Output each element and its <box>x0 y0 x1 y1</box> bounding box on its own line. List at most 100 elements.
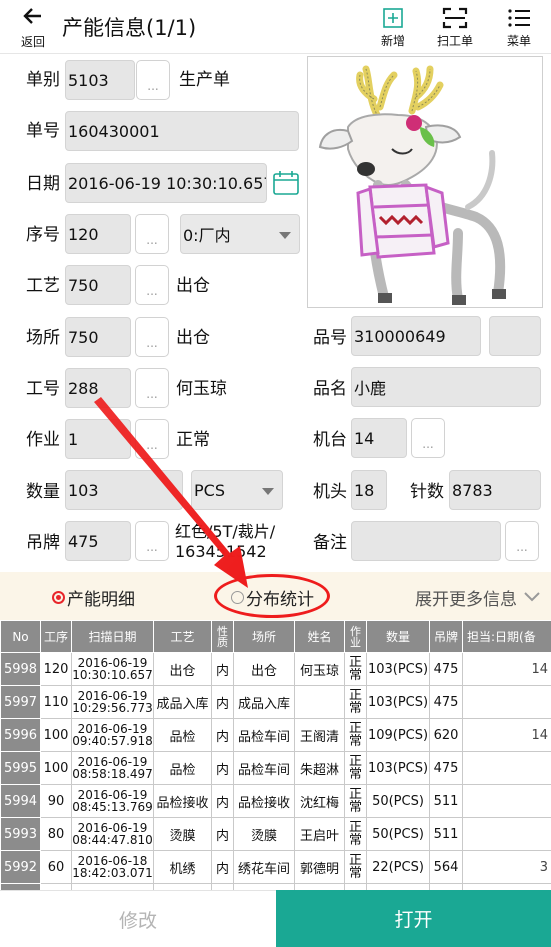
row-seq: 120 <box>40 652 72 686</box>
back-label: 返回 <box>20 35 45 49</box>
row-owner-date: 14 <box>462 652 551 686</box>
order-type-field[interactable]: 5103 <box>65 60 135 100</box>
calendar-icon[interactable] <box>272 170 300 200</box>
tag-field[interactable]: 475 <box>65 521 131 561</box>
row-name: 王启叶 <box>294 817 345 851</box>
process-picker-button[interactable]: ... <box>135 265 169 305</box>
row-quantity: 50(PCS) <box>366 817 430 851</box>
worker-picker-button[interactable]: ... <box>135 368 169 408</box>
place-field[interactable]: 750 <box>65 317 131 357</box>
row-scan-date: 2016-06-18 18:42:03.071 <box>71 850 154 884</box>
row-quantity: 50(PCS) <box>366 784 430 818</box>
machine-picker-button[interactable]: ... <box>411 418 445 458</box>
unit-select[interactable]: PCS <box>191 470 283 510</box>
location-type-value: 0:厂内 <box>183 226 231 245</box>
row-place: 品检接收 <box>233 784 295 818</box>
header-name[interactable]: 姓名 <box>294 620 345 653</box>
machine-head-field[interactable]: 18 <box>351 470 387 510</box>
process-field[interactable]: 750 <box>65 265 131 305</box>
row-scan-date: 2016-06-19 09:40:57.918 <box>71 718 154 752</box>
date-field[interactable]: 2016-06-19 10:30:10.657 <box>65 163 267 203</box>
row-owner-date <box>462 784 551 818</box>
row-name: 朱超淋 <box>294 751 345 785</box>
table-row[interactable]: 5994 90 2016-06-19 08:45:13.769 品检接收内品检接收 沈红梅… <box>0 784 551 818</box>
table-row[interactable]: 5995 100 2016-06-19 08:58:18.497 品检内品检车间 朱超淋正… <box>0 751 551 785</box>
row-owner-date <box>462 685 551 719</box>
product-code-field[interactable]: 310000649 <box>351 316 481 356</box>
row-scan-date: 2016-06-19 08:58:18.497 <box>71 751 154 785</box>
table-row[interactable]: 5992 60 2016-06-18 18:42:03.071 机绣内绣花车间 郭德明 正常… <box>0 850 551 884</box>
header-tag[interactable]: 吊牌 <box>429 620 463 653</box>
table-row[interactable]: 5997 110 2016-06-19 10:29:56.773 成品入库内成品入库 正常… <box>0 685 551 719</box>
order-number-field[interactable]: 160430001 <box>65 111 299 151</box>
product-image <box>307 56 543 308</box>
place-name: 出仓 <box>176 328 210 348</box>
header-place[interactable]: 场所 <box>233 620 295 653</box>
chevron-down-icon <box>523 588 541 608</box>
scan-button[interactable]: 扫工单 <box>432 4 478 49</box>
plus-square-icon <box>370 4 416 32</box>
select-arrow-icon <box>279 232 291 239</box>
expand-more-info-button[interactable]: 展开更多信息 <box>415 585 541 610</box>
product-code-extra-field[interactable] <box>489 316 541 356</box>
header-no[interactable]: No <box>0 620 41 653</box>
edit-button[interactable]: 修改 <box>0 890 276 947</box>
tab-capacity-detail-label: 产能明细 <box>67 590 135 610</box>
remark-field[interactable] <box>351 521 501 561</box>
hamburger-icon <box>496 4 542 32</box>
row-nature: 内 <box>211 685 234 719</box>
row-owner-date: 14 <box>462 718 551 752</box>
order-type-picker-button[interactable]: ... <box>136 60 170 100</box>
header-seq[interactable]: 工序 <box>40 620 72 653</box>
row-time: 10:29:56.773 <box>72 701 153 715</box>
stitch-count-field[interactable]: 8783 <box>449 470 541 510</box>
row-scan-date: 2016-06-19 08:44:47.810 <box>71 817 154 851</box>
row-quantity: 103(PCS) <box>366 751 430 785</box>
row-place: 品检车间 <box>233 718 295 752</box>
row-quantity: 22(PCS) <box>366 850 430 884</box>
menu-button[interactable]: 菜单 <box>496 4 542 49</box>
add-button[interactable]: 新增 <box>370 4 416 49</box>
tag-label: 吊牌 <box>26 533 60 553</box>
header-work[interactable]: 作业 <box>344 620 367 653</box>
quantity-field[interactable]: 103 <box>65 470 183 510</box>
operation-name: 正常 <box>176 430 210 450</box>
row-process: 成品入库 <box>153 685 212 719</box>
tag-picker-button[interactable]: ... <box>135 521 169 561</box>
product-name-field[interactable]: 小鹿 <box>351 367 541 407</box>
header-owner-date[interactable]: 担当:日期(备 <box>462 620 551 653</box>
table-row[interactable]: 5996 100 2016-06-19 09:40:57.918 品检内品检车间 王阁清正… <box>0 718 551 752</box>
remark-picker-button[interactable]: ... <box>505 521 539 561</box>
header-scan-date[interactable]: 扫描日期 <box>71 620 154 653</box>
open-button[interactable]: 打开 <box>276 890 551 947</box>
row-tag: 475 <box>429 652 463 686</box>
table-row[interactable]: 5993 80 2016-06-19 08:44:47.810 烫膜内烫膜 王启叶 正常 50… <box>0 817 551 851</box>
row-work: 正常 <box>344 685 367 719</box>
header-nature[interactable]: 性质 <box>211 620 234 653</box>
row-process: 出仓 <box>153 652 212 686</box>
worker-id-field[interactable]: 288 <box>65 368 131 408</box>
menu-label: 菜单 <box>506 34 531 48</box>
table-row[interactable]: 5998 120 2016-06-19 10:30:10.657 出仓内出仓 何玉琼 正常 1… <box>0 652 551 686</box>
expand-more-info-label: 展开更多信息 <box>415 590 517 610</box>
back-button[interactable]: 返回 <box>12 4 54 50</box>
sequence-field[interactable]: 120 <box>65 214 131 254</box>
row-name <box>294 685 345 719</box>
sequence-picker-button[interactable]: ... <box>135 214 169 254</box>
order-type-label: 单别 <box>26 70 60 90</box>
place-picker-button[interactable]: ... <box>135 317 169 357</box>
row-place: 烫膜 <box>233 817 295 851</box>
location-type-select[interactable]: 0:厂内 <box>180 214 300 254</box>
row-seq: 90 <box>40 784 72 818</box>
machine-field[interactable]: 14 <box>351 418 407 458</box>
row-owner-date: 3 <box>462 850 551 884</box>
header-quantity[interactable]: 数量 <box>366 620 430 653</box>
header-process[interactable]: 工艺 <box>153 620 212 653</box>
row-nature: 内 <box>211 718 234 752</box>
operation-field[interactable]: 1 <box>65 419 131 459</box>
row-work: 正常 <box>344 817 367 851</box>
tab-capacity-detail[interactable]: 产能明细 <box>52 585 135 610</box>
operation-picker-button[interactable]: ... <box>135 419 169 459</box>
machine-label: 机台 <box>313 430 347 450</box>
row-quantity: 103(PCS) <box>366 685 430 719</box>
